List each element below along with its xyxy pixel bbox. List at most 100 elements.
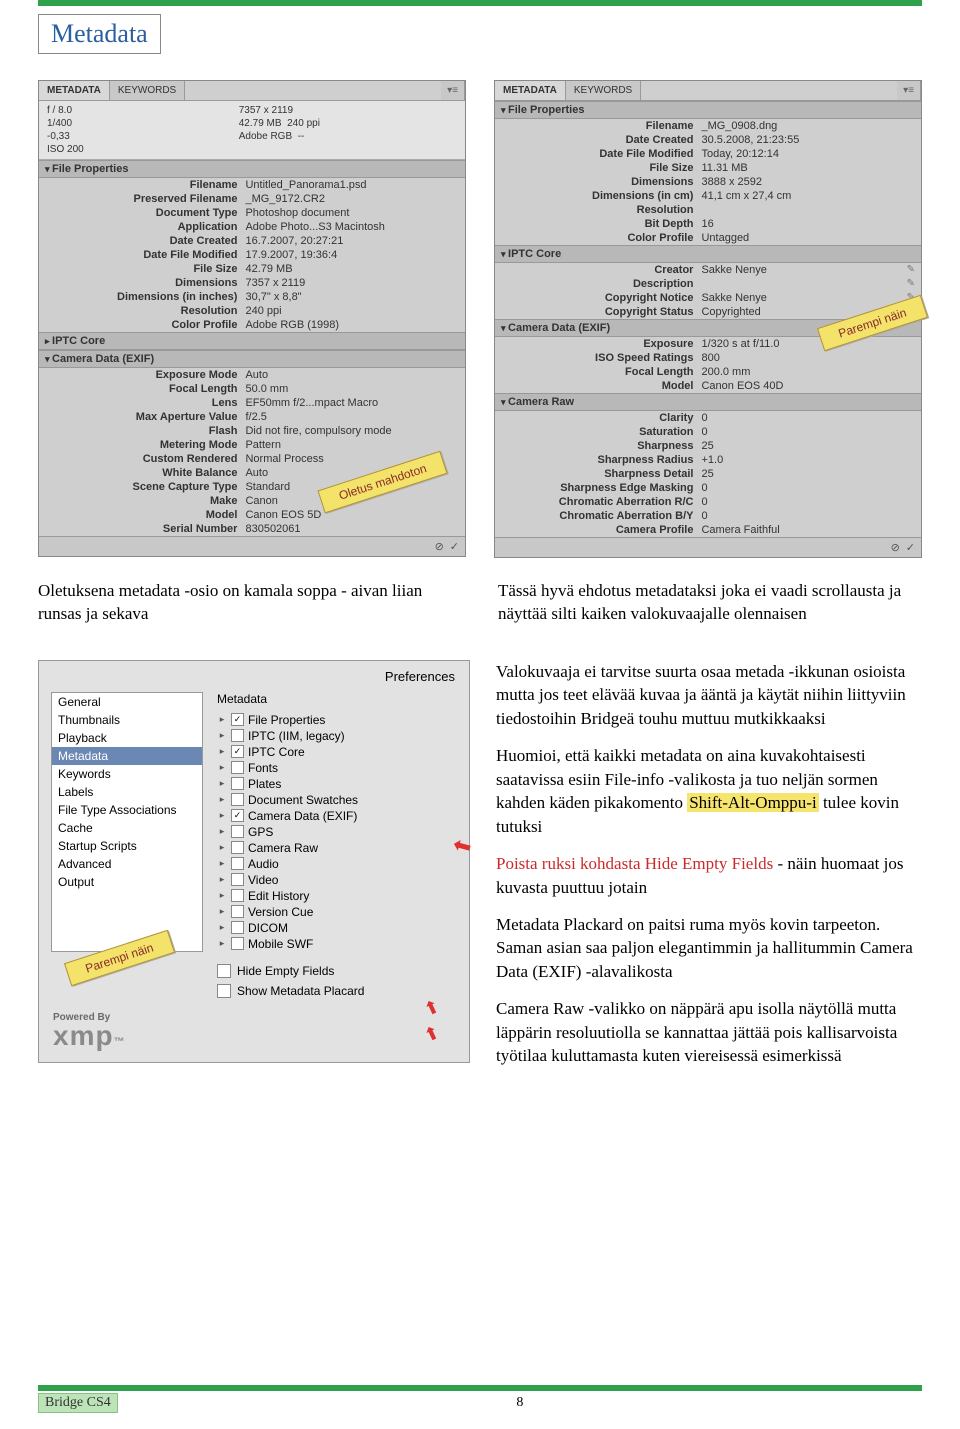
metadata-row: Date Created16.7.2007, 20:27:21	[39, 234, 465, 248]
prefs-category-item[interactable]: Keywords	[52, 765, 202, 783]
footer-label: Bridge CS4	[38, 1393, 118, 1413]
metadata-row: MakeCanon	[39, 494, 465, 508]
metadata-label: Metadata	[217, 692, 457, 706]
metadata-option[interactable]: ▸Fonts	[217, 760, 457, 776]
section-camera-raw[interactable]: Camera Raw	[495, 393, 921, 411]
iso: ISO 200	[47, 144, 221, 155]
page-title: Metadata	[38, 14, 161, 54]
metadata-option[interactable]: ▸Mobile SWF	[217, 936, 457, 952]
captions: Oletuksena metadata -osio on kamala sopp…	[38, 568, 922, 626]
tab-keywords[interactable]: KEYWORDS	[566, 81, 641, 100]
metadata-row: Sharpness Radius+1.0	[495, 453, 921, 467]
metadata-option[interactable]: ▸IPTC (IIM, legacy)	[217, 728, 457, 744]
metadata-option[interactable]: ▸DICOM	[217, 920, 457, 936]
section-file-properties[interactable]: File Properties	[39, 160, 465, 178]
metadata-row: Chromatic Aberration B/Y0	[495, 509, 921, 523]
section-file-properties[interactable]: File Properties	[495, 101, 921, 119]
section-camera-data[interactable]: Camera Data (EXIF)	[39, 350, 465, 368]
tab-metadata[interactable]: METADATA	[495, 81, 566, 100]
metadata-row: Resolution240 ppi	[39, 304, 465, 318]
metadata-row: Color ProfileUntagged	[495, 231, 921, 245]
metadata-checklist: ▸✓File Properties▸IPTC (IIM, legacy)▸✓IP…	[217, 712, 457, 952]
ev: -0,33	[47, 131, 221, 142]
metadata-option[interactable]: ▸Document Swatches	[217, 792, 457, 808]
metadata-panel-default: METADATA KEYWORDS ▾≡ f / 8.0 7357 x 2119…	[38, 80, 466, 557]
section-iptc-core[interactable]: IPTC Core	[39, 332, 465, 350]
metadata-row: Date File Modified17.9.2007, 19:36:4	[39, 248, 465, 262]
panel-menu-icon[interactable]: ▾≡	[897, 81, 921, 100]
exif-list: Exposure ModeAutoFocal Length50.0 mmLens…	[39, 368, 465, 536]
metadata-option[interactable]: ▸Audio	[217, 856, 457, 872]
paragraph: Camera Raw -valikko on näppärä apu isoll…	[496, 997, 922, 1067]
metadata-option[interactable]: ▸✓Camera Data (EXIF)	[217, 808, 457, 824]
metadata-row: Document TypePhotoshop document	[39, 206, 465, 220]
hide-empty-checkbox[interactable]: Hide Empty Fields	[217, 964, 469, 978]
metadata-row: ModelCanon EOS 40D	[495, 379, 921, 393]
prefs-category-item[interactable]: Metadata	[52, 747, 202, 765]
metadata-row: Description✎	[495, 277, 921, 291]
page-number: 8	[118, 1395, 922, 1411]
cancel-icon[interactable]: ⊘	[435, 540, 444, 553]
cancel-icon[interactable]: ⊘	[891, 541, 900, 554]
metadata-row: Serial Number830502061	[39, 522, 465, 536]
paragraph: Valokuvaaja ei tarvitse suurta osaa meta…	[496, 660, 922, 730]
panel-footer: ⊘ ✓	[39, 536, 465, 556]
metadata-option[interactable]: ▸Video	[217, 872, 457, 888]
metadata-row: Resolution	[495, 203, 921, 217]
tab-keywords[interactable]: KEYWORDS	[110, 81, 185, 100]
prefs-category-item[interactable]: Startup Scripts	[52, 837, 202, 855]
file-properties-list: FilenameUntitled_Panorama1.psdPreserved …	[39, 178, 465, 332]
prefs-category-item[interactable]: Thumbnails	[52, 711, 202, 729]
shutter: 1/400	[47, 118, 221, 129]
caption-left: Oletuksena metadata -osio on kamala sopp…	[38, 580, 462, 626]
metadata-row: FlashDid not fire, compulsory mode	[39, 424, 465, 438]
metadata-row: File Size11.31 MB	[495, 161, 921, 175]
section-iptc-core[interactable]: IPTC Core	[495, 245, 921, 263]
prefs-category-item[interactable]: Playback	[52, 729, 202, 747]
metadata-row: Chromatic Aberration R/C0	[495, 495, 921, 509]
lower-section: Preferences GeneralThumbnailsPlaybackMet…	[38, 660, 922, 1082]
prefs-category-item[interactable]: Output	[52, 873, 202, 891]
camera-summary: f / 8.0 7357 x 2119 1/400 42.79 MB 240 p…	[39, 101, 465, 160]
prefs-category-item[interactable]: Advanced	[52, 855, 202, 873]
metadata-row: Sharpness Edge Masking0	[495, 481, 921, 495]
metadata-row: Focal Length50.0 mm	[39, 382, 465, 396]
metadata-row: Dimensions7357 x 2119	[39, 276, 465, 290]
raw-list: Clarity0Saturation0Sharpness25Sharpness …	[495, 411, 921, 537]
paragraph: Poista ruksi kohdasta Hide Empty Fields …	[496, 852, 922, 899]
shortcut-highlight: Shift-Alt-Omppu-i	[687, 793, 819, 812]
metadata-row: Exposure ModeAuto	[39, 368, 465, 382]
metadata-option[interactable]: ▸Edit History	[217, 888, 457, 904]
metadata-row: Bit Depth16	[495, 217, 921, 231]
panel-menu-icon[interactable]: ▾≡	[441, 81, 465, 100]
metadata-option[interactable]: ▸GPS	[217, 824, 457, 840]
metadata-option[interactable]: ▸✓IPTC Core	[217, 744, 457, 760]
panels-row: METADATA KEYWORDS ▾≡ f / 8.0 7357 x 2119…	[38, 80, 922, 558]
aperture: f / 8.0	[47, 105, 221, 116]
metadata-row: Metering ModePattern	[39, 438, 465, 452]
prefs-category-item[interactable]: Labels	[52, 783, 202, 801]
prefs-category-item[interactable]: General	[52, 693, 202, 711]
tab-metadata[interactable]: METADATA	[39, 81, 110, 100]
prefs-title: Preferences	[39, 661, 469, 686]
metadata-option[interactable]: ▸✓File Properties	[217, 712, 457, 728]
metadata-row: FilenameUntitled_Panorama1.psd	[39, 178, 465, 192]
metadata-row: ISO Speed Ratings800	[495, 351, 921, 365]
metadata-option[interactable]: ▸Camera Raw	[217, 840, 457, 856]
metadata-row: Copyright NoticeSakke Nenye✎	[495, 291, 921, 305]
metadata-row: Date Created30.5.2008, 21:23:55	[495, 133, 921, 147]
prefs-category-item[interactable]: Cache	[52, 819, 202, 837]
prefs-categories[interactable]: GeneralThumbnailsPlaybackMetadataKeyword…	[51, 692, 203, 952]
metadata-row: Camera ProfileCamera Faithful	[495, 523, 921, 537]
prefs-category-item[interactable]: File Type Associations	[52, 801, 202, 819]
apply-icon[interactable]: ✓	[906, 541, 915, 554]
panel-tabs: METADATA KEYWORDS ▾≡	[495, 81, 921, 101]
dimensions: 7357 x 2119	[239, 105, 457, 116]
metadata-option[interactable]: ▸Version Cue	[217, 904, 457, 920]
metadata-option[interactable]: ▸Plates	[217, 776, 457, 792]
metadata-row: Focal Length200.0 mm	[495, 365, 921, 379]
panel-tabs: METADATA KEYWORDS ▾≡	[39, 81, 465, 101]
paragraph: Metadata Plackard on paitsi ruma myös ko…	[496, 913, 922, 983]
apply-icon[interactable]: ✓	[450, 540, 459, 553]
file-properties-list: Filename_MG_0908.dngDate Created30.5.200…	[495, 119, 921, 245]
